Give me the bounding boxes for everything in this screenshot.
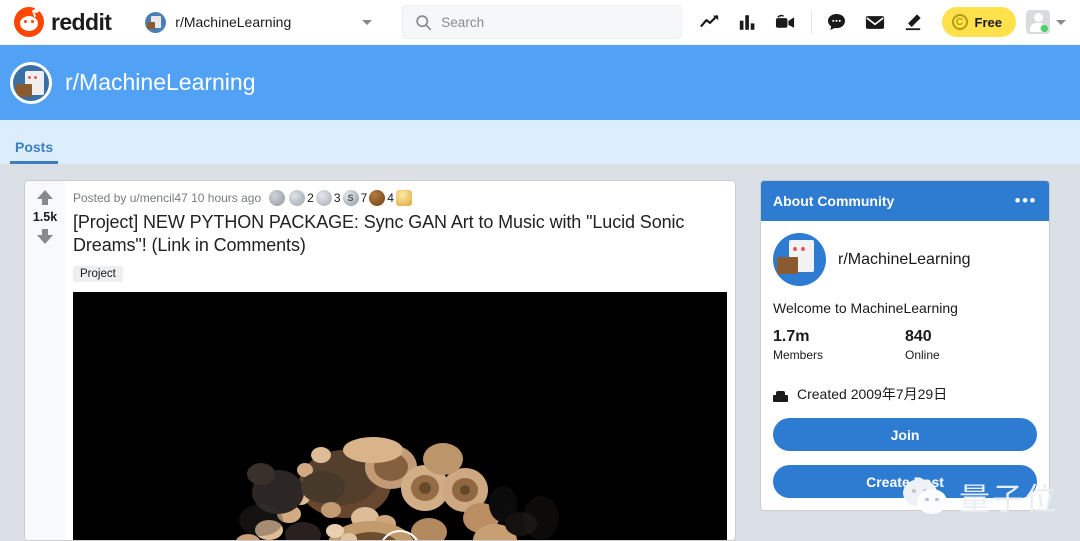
upvote-stem (42, 199, 48, 205)
created-date-text: Created 2009年7月29日 (797, 386, 948, 402)
chevron-down-icon (1056, 19, 1066, 25)
user-avatar-icon (1026, 10, 1050, 34)
tab-posts[interactable]: Posts (10, 139, 59, 164)
top-navigation-bar: reddit r/MachineLearning Search C Free (0, 0, 1080, 45)
award-bear-hug-icon (369, 190, 386, 206)
award-bear-hug[interactable]: 4 (369, 190, 394, 206)
overflow-menu-icon[interactable]: ••• (1015, 192, 1037, 209)
coin-icon: C (951, 14, 968, 30)
search-placeholder: Search (441, 14, 485, 30)
page-content: 1.5k Posted by u/mencil47 10 hours ago 2… (0, 164, 1080, 541)
award-wholesome-icon (395, 190, 412, 206)
create-post-button[interactable]: Create Post (773, 465, 1037, 498)
award-count: 3 (333, 191, 341, 205)
post-media-video[interactable] (73, 291, 727, 540)
members-label: Members (773, 348, 824, 362)
mail-icon[interactable] (856, 5, 894, 39)
create-post-icon[interactable] (894, 5, 932, 39)
upvote-arrow-icon[interactable] (37, 190, 53, 199)
user-menu-button[interactable] (1024, 10, 1066, 34)
subreddit-avatar-icon (773, 233, 826, 286)
subreddit-avatar-icon (145, 11, 167, 33)
community-name: r/MachineLearning (838, 250, 971, 268)
chat-icon[interactable] (818, 5, 856, 39)
community-identity[interactable]: r/MachineLearning (773, 233, 1037, 286)
reddit-wordmark: reddit (51, 8, 112, 35)
post-meta: Posted by u/mencil47 10 hours ago 2 3 S … (73, 189, 727, 207)
award-silver-icon: S (342, 190, 359, 206)
post-meta-prefix: Posted by (73, 191, 127, 205)
award-count: 7 (360, 191, 368, 205)
vote-column: 1.5k (25, 181, 65, 540)
subreddit-banner: r/MachineLearning (0, 45, 1080, 120)
subreddit-switcher-label: r/MachineLearning (175, 14, 292, 30)
join-button[interactable]: Join (773, 418, 1037, 451)
post-feed: 1.5k Posted by u/mencil47 10 hours ago 2… (24, 180, 736, 541)
community-stats: 1.7m Members 840 Online (773, 328, 1037, 362)
subreddit-tab-bar: Posts (0, 120, 1080, 164)
nav-divider (810, 10, 812, 34)
members-count: 1.7m (773, 328, 810, 345)
popular-chart-icon[interactable] (729, 5, 767, 39)
award-hugz-icon (315, 190, 332, 206)
community-created: Created 2009年7月29日 (773, 384, 1037, 404)
subreddit-switcher-dropdown[interactable]: r/MachineLearning (137, 4, 380, 40)
tab-posts-label: Posts (15, 139, 54, 155)
award-silver[interactable]: S 7 (342, 190, 368, 206)
post-title[interactable]: [Project] NEW PYTHON PACKAGE: Sync GAN A… (73, 211, 727, 258)
free-label: Free (974, 14, 1002, 30)
live-video-icon[interactable] (767, 5, 805, 39)
sidebar: About Community ••• r/MachineLearning We… (760, 180, 1050, 541)
subreddit-avatar-icon[interactable] (10, 61, 52, 104)
post-body: Posted by u/mencil47 10 hours ago 2 3 S … (65, 181, 735, 540)
about-community-body: r/MachineLearning Welcome to MachineLear… (761, 221, 1049, 510)
post-age: 10 hours ago (191, 191, 262, 205)
search-icon (416, 14, 432, 30)
downvote-arrow-icon[interactable] (37, 235, 53, 244)
award-wholesome[interactable] (395, 190, 414, 206)
award-count: 4 (387, 191, 394, 205)
search-input[interactable]: Search (402, 5, 683, 39)
vote-count: 1.5k (32, 210, 58, 224)
stat-members: 1.7m Members (773, 328, 905, 362)
reddit-logo-icon (14, 7, 44, 37)
free-coins-button[interactable]: C Free (941, 7, 1016, 37)
award-silver-helper[interactable] (269, 190, 287, 206)
about-community-header: About Community ••• (761, 181, 1049, 221)
about-community-card: About Community ••• r/MachineLearning We… (760, 180, 1050, 511)
about-community-title: About Community (773, 193, 895, 209)
post-awards: 2 3 S 7 4 (269, 190, 414, 206)
award-count: 2 (307, 191, 314, 205)
chevron-down-icon (362, 19, 373, 25)
post-card[interactable]: 1.5k Posted by u/mencil47 10 hours ago 2… (24, 180, 736, 541)
subreddit-title: r/MachineLearning (65, 69, 256, 95)
award-gold-medal-icon (289, 190, 306, 206)
post-flair[interactable]: Project (73, 265, 123, 282)
award-silver-helper-icon (269, 190, 286, 206)
award-hugz[interactable]: 3 (315, 190, 341, 206)
gan-art-thumbnail (73, 291, 715, 540)
online-label: Online (905, 348, 940, 362)
award-gold-medal[interactable]: 2 (289, 190, 314, 206)
cake-icon (773, 387, 788, 402)
post-author-link[interactable]: u/mencil47 (130, 191, 188, 205)
stat-online: 840 Online (905, 328, 1037, 362)
reddit-home-link[interactable]: reddit (14, 7, 112, 37)
nav-actions: C Free (691, 5, 1066, 39)
trending-icon[interactable] (691, 5, 729, 39)
online-count: 840 (905, 328, 932, 345)
community-description: Welcome to MachineLearning (773, 300, 958, 316)
